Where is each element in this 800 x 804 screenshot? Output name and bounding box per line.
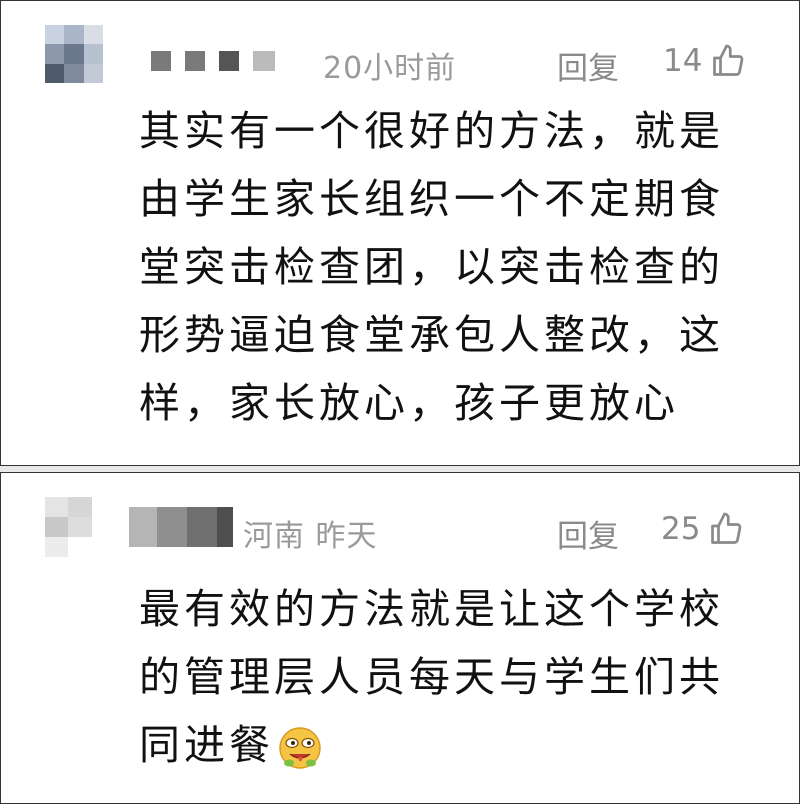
username-obscured[interactable]: [129, 507, 233, 547]
thumbs-up-icon: [711, 512, 742, 544]
comment-text: 最有效的方法就是让这个学校的管理层人员每天与学生们共同进餐: [139, 575, 759, 779]
reply-button[interactable]: 回复: [557, 43, 619, 88]
avatar[interactable]: [45, 25, 103, 83]
avatar[interactable]: [45, 497, 115, 557]
comment-location-time: 河南 昨天: [243, 519, 378, 554]
thumbs-up-icon: [713, 44, 744, 76]
comment-text: 其实有一个很好的方法，就是由学生家长组织一个不定期食堂突击检查团，以突击检查的形…: [139, 107, 724, 427]
like-button[interactable]: 25: [661, 511, 744, 547]
like-button[interactable]: 14: [663, 43, 746, 79]
comment-card: 河南 昨天 回复 25 最有效的方法就是让这个学校的管理层人员每天与学生们共同进…: [0, 472, 800, 804]
comment-time: 20小时前: [323, 51, 457, 86]
username-obscured[interactable]: [151, 51, 275, 71]
comment-card: 20小时前 回复 14 其实有一个很好的方法，就是由学生家长组织一个不定期食堂突…: [0, 0, 800, 466]
comment-body: 最有效的方法就是让这个学校的管理层人员每天与学生们共同进餐: [139, 585, 724, 769]
salivating-face-emoji: [279, 727, 321, 769]
reply-button[interactable]: 回复: [557, 511, 619, 556]
like-count: 14: [663, 43, 703, 79]
like-count: 25: [661, 511, 701, 547]
